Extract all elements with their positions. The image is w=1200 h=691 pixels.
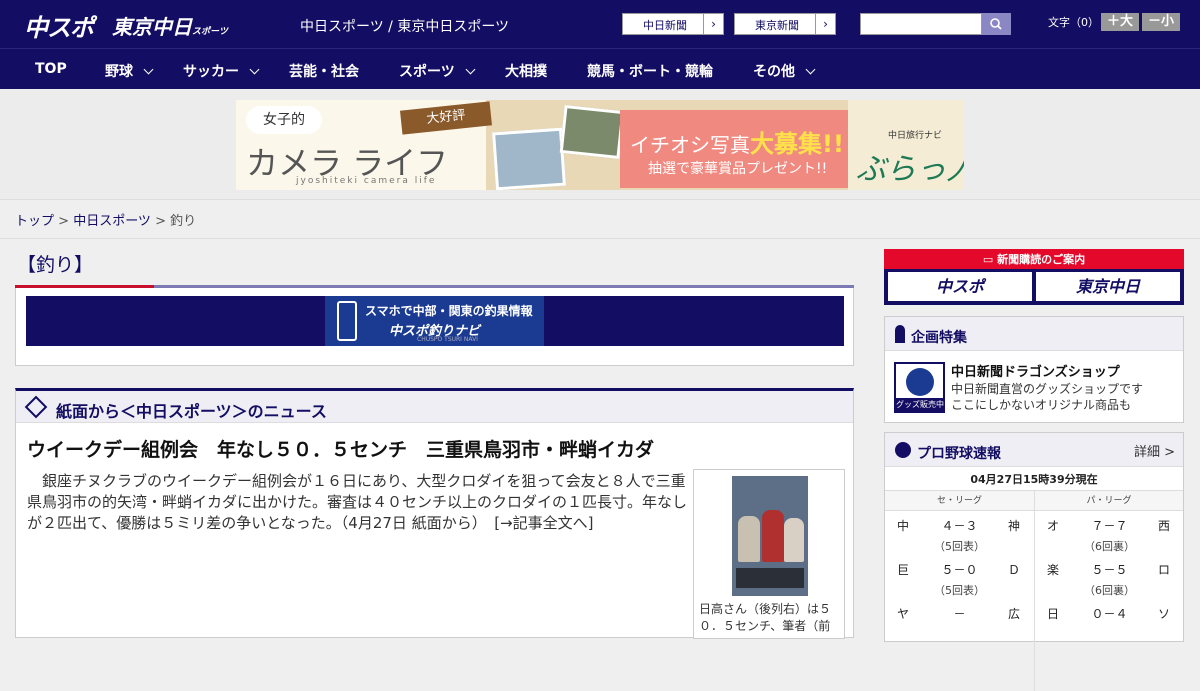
news-diamond-icon [24,395,48,419]
scores-title: プロ野球速報 [917,446,1001,462]
breadcrumb-section[interactable]: 中日スポーツ [73,214,151,229]
page-title: 【釣り】 [17,254,94,276]
score-row[interactable]: 巨 ５－０ Ｄ （5回表） [885,555,1034,599]
shop-title[interactable]: 中日新聞ドラゴンズショップ [951,361,1120,380]
nav-soccer[interactable]: サッカー [183,61,260,81]
article-body: 銀座チヌクラブのウイークデー組例会が１６日にあり、大型クロダイを狙って会友と８人… [27,472,688,532]
nav-baseball[interactable]: 野球 [105,61,154,81]
font-size-label: 文字（0） [1048,16,1099,29]
subscription-label: ▭ 新聞購読のご案内 [982,253,1086,266]
banner-romaji: jyoshiteki camera life [296,176,437,186]
logo-main: 中スポ [24,14,94,42]
chevron-right-icon: › [703,14,723,34]
banner-prize: 抽選で豪華賞品プレゼント!! [648,161,828,177]
tokyo-chunichi-subscribe-button[interactable]: 東京中日 [1036,272,1180,301]
nav-entertainment[interactable]: 芸能・社会 [289,61,359,81]
central-league-header: セ・リーグ [885,491,1034,511]
features-title: 企画特集 [911,330,967,346]
banner-brand: ぶらっ人 [856,152,964,187]
score-row[interactable]: 日 ０－４ ソ [1035,599,1184,643]
smartphone-icon [337,301,357,341]
site-links[interactable]: 中日スポーツ / 東京中日スポーツ [300,16,509,36]
divider [0,238,1200,239]
ribbon-icon [895,325,905,343]
site-logo[interactable]: 中スポ 東京中日スポーツ [24,8,228,42]
chevron-down-icon [465,64,476,75]
fishing-navi-box: スマホで中部・関東の釣果情報 中スポ釣りナビ CHUSPO TSURI NAVI [15,288,854,366]
pacific-league-header: パ・リーグ [1035,491,1183,511]
chevron-down-icon [805,64,816,75]
chevron-right-icon: › [815,14,835,34]
nav-sports[interactable]: スポーツ [399,61,476,81]
article-title[interactable]: ウイークデー組例会 年なし５０．５センチ 三重県鳥羽市・畔蛸イカダ [27,435,654,462]
fishing-navi-banner[interactable]: スマホで中部・関東の釣果情報 中スポ釣りナビ CHUSPO TSURI NAVI [26,296,844,346]
banner-photo [492,127,566,190]
search-button[interactable] [982,13,1011,35]
ticket-icon: ▭ [982,253,998,266]
banner-headline: イチオシ写真大募集!! [630,130,844,158]
score-row[interactable]: オ ７－７ 西（6回裏） [1035,511,1184,555]
score-row[interactable]: ヤ－広 [885,599,1034,643]
main-nav: TOP 野球 サッカー 芸能・社会 スポーツ 大相撲 競馬・ボート・競輪 その他 [0,48,1200,89]
dragons-shop-logo[interactable]: グッズ販売中 [894,362,945,413]
font-larger-button[interactable]: ＋大 [1101,13,1139,31]
score-row[interactable]: 中 ４－３ 神（5回表） [885,511,1034,555]
baseball-icon [895,442,911,458]
breadcrumb: トップ > 中日スポーツ > 釣り [15,214,197,229]
shop-description: 中日新聞直営のグッズショップです ここにしかないオリジナル商品も [951,382,1144,412]
top-header: 中スポ 東京中日スポーツ 中日スポーツ / 東京中日スポーツ 中日新聞 › 東京… [0,0,1200,48]
mascot-icon [906,368,934,396]
article-photo-image [732,476,808,596]
baseball-scores-box: プロ野球速報 詳細 > 04月27日15時39分現在 セ・リーグ パ・リーグ 中… [884,432,1184,691]
nav-other[interactable]: その他 [753,61,816,81]
logo-sub: 東京中日スポーツ [112,15,228,39]
nav-top[interactable]: TOP [35,61,67,77]
font-smaller-button[interactable]: －小 [1142,13,1180,31]
banner-bubble: 女子的 [246,106,322,134]
breadcrumb-home[interactable]: トップ [15,214,54,229]
features-box: 企画特集 グッズ販売中 中日新聞ドラゴンズショップ 中日新聞直営のグッズショップ… [884,316,1184,423]
banner-area: 女子的 カメラ ライフ jyoshiteki camera life 大好評 イ… [0,89,1200,200]
nav-sumo[interactable]: 大相撲 [505,61,547,81]
subscription-box: ▭ 新聞購読のご案内 中スポ 東京中日 [884,249,1184,305]
news-section-title: 紙面から＜中日スポーツ＞のニュース [56,402,327,421]
nav-racing[interactable]: 競馬・ボート・競輪 [587,61,713,81]
article-photo[interactable]: 日高さん（後列右）は５０．５センチ、筆者（前 [693,469,845,639]
breadcrumb-current: 釣り [170,214,197,229]
chevron-down-icon [143,64,154,75]
scores-timestamp: 04月27日15時39分現在 [885,469,1183,491]
banner-photo [559,104,625,160]
chevron-down-icon [249,64,260,75]
chuspo-subscribe-button[interactable]: 中スポ [888,272,1032,301]
search-input[interactable] [860,13,982,35]
scores-detail-link[interactable]: 詳細 > [1134,441,1175,460]
tokyo-shimbun-button[interactable]: 東京新聞 › [734,13,836,35]
chunichi-shimbun-button[interactable]: 中日新聞 › [622,13,724,35]
camera-life-banner[interactable]: 女子的 カメラ ライフ jyoshiteki camera life 大好評 イ… [236,100,964,190]
news-section: 紙面から＜中日スポーツ＞のニュース ウイークデー組例会 年なし５０．５センチ 三… [15,388,854,639]
banner-brand-small: 中日旅行ナビ [888,131,943,141]
score-row[interactable]: 楽 ５－５ ロ（6回裏） [1035,555,1184,599]
search-icon [990,18,1002,30]
